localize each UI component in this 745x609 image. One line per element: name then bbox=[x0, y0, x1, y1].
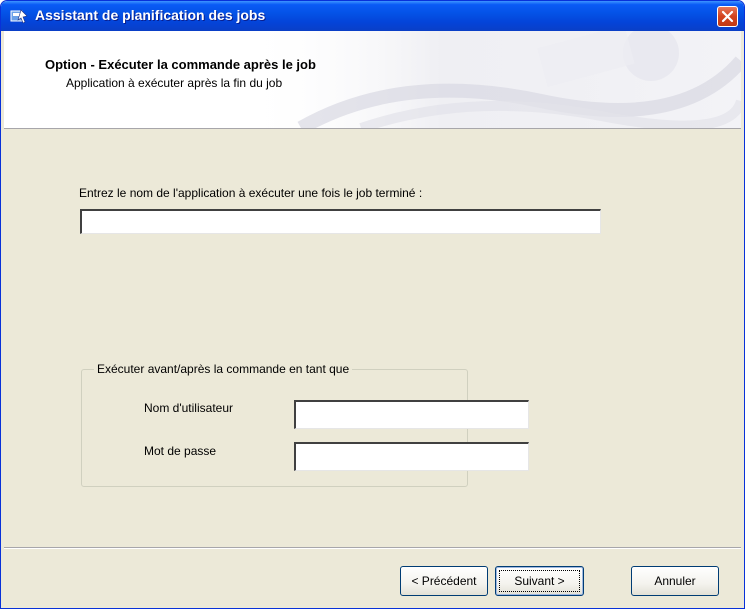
application-label: Entrez le nom de l'application à exécute… bbox=[79, 186, 423, 200]
password-input[interactable] bbox=[294, 442, 529, 471]
window-title: Assistant de planification des jobs bbox=[35, 7, 266, 23]
previous-button-label: < Précédent bbox=[411, 574, 477, 588]
username-input[interactable] bbox=[294, 400, 529, 429]
page-title: Option - Exécuter la commande après le j… bbox=[45, 57, 316, 72]
cancel-button[interactable]: Annuler bbox=[631, 566, 719, 596]
wizard-icon bbox=[10, 8, 28, 24]
password-label: Mot de passe bbox=[144, 444, 217, 458]
page-subtitle: Application à exécuter après la fin du j… bbox=[66, 76, 283, 90]
username-label: Nom d'utilisateur bbox=[144, 401, 233, 415]
previous-button[interactable]: < Précédent bbox=[400, 566, 488, 596]
wizard-content: Entrez le nom de l'application à exécute… bbox=[4, 129, 741, 549]
close-icon bbox=[721, 10, 734, 23]
run-as-groupbox: Exécuter avant/après la commande en tant… bbox=[81, 362, 529, 487]
header-background-graphic bbox=[241, 31, 741, 128]
wizard-window: Assistant de planification des jobs Opti… bbox=[0, 0, 745, 609]
wizard-header: Option - Exécuter la commande après le j… bbox=[4, 31, 741, 129]
title-bar[interactable]: Assistant de planification des jobs bbox=[1, 1, 744, 31]
footer-separator bbox=[4, 547, 741, 549]
next-button[interactable]: Suivant > bbox=[495, 566, 584, 596]
cancel-button-label: Annuler bbox=[654, 574, 696, 588]
close-button[interactable] bbox=[717, 6, 738, 27]
next-button-label: Suivant > bbox=[514, 574, 565, 588]
groupbox-title: Exécuter avant/après la commande en tant… bbox=[94, 362, 353, 376]
application-input[interactable] bbox=[80, 209, 601, 234]
